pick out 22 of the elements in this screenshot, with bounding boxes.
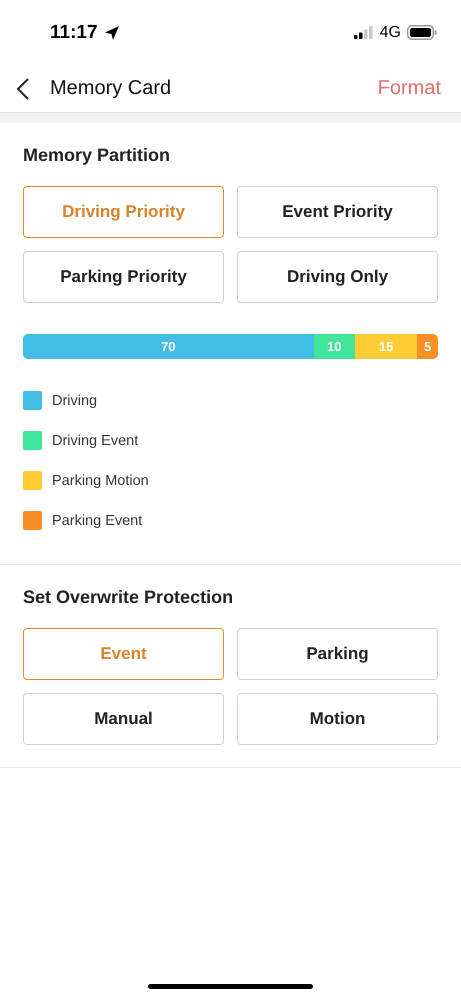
battery-icon — [407, 25, 437, 40]
partition-segment: 5 — [417, 334, 438, 359]
legend-label: Driving — [52, 392, 98, 408]
partition-segment: 70 — [23, 334, 314, 359]
option-button[interactable]: Parking — [237, 628, 438, 680]
option-button[interactable]: Parking Priority — [23, 251, 224, 303]
option-button[interactable]: Driving Only — [237, 251, 438, 303]
section-title: Set Overwrite Protection — [23, 587, 234, 608]
legend-label: Driving Event — [52, 432, 138, 448]
option-button[interactable]: Event Priority — [237, 186, 438, 238]
legend-label: Parking Motion — [52, 472, 149, 488]
location-arrow-icon — [104, 24, 120, 40]
option-button[interactable]: Motion — [237, 693, 438, 745]
page-title: Memory Card — [50, 77, 172, 100]
signal-icon — [354, 26, 374, 39]
network-label: 4G — [380, 24, 401, 42]
clock-time: 11:17 — [50, 22, 98, 44]
section-title: Memory Partition — [23, 145, 172, 166]
partition-segment: 10 — [314, 334, 355, 359]
legend-label: Parking Event — [52, 512, 142, 528]
option-button[interactable]: Manual — [23, 693, 224, 745]
partition-segment: 15 — [355, 334, 418, 359]
